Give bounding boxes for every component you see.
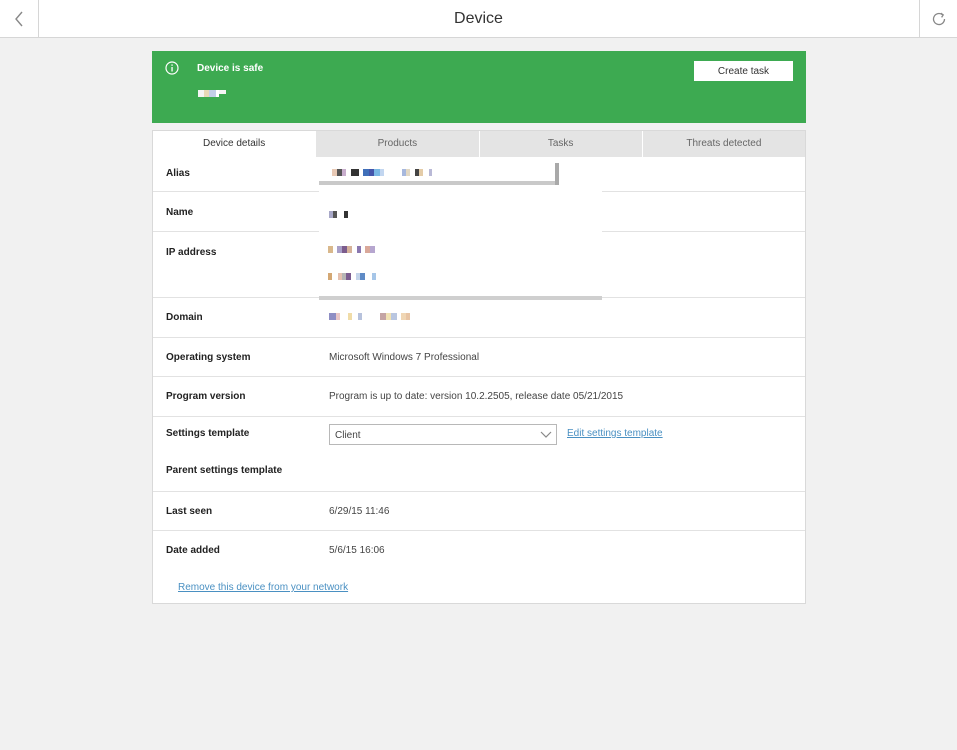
refresh-icon (932, 12, 945, 25)
ip-address-value-redacted (328, 246, 375, 253)
operating-system-row: Operating system Microsoft Windows 7 Pro… (153, 338, 805, 377)
last-seen-label: Last seen (166, 506, 213, 517)
alias-label: Alias (166, 168, 190, 179)
settings-template-value: Client (335, 430, 361, 441)
domain-label: Domain (166, 312, 203, 323)
operating-system-value: Microsoft Windows 7 Professional (329, 352, 480, 363)
date-added-row: Date added 5/6/15 16:06 (153, 531, 805, 571)
chevron-left-icon (15, 11, 23, 26)
ip-address-value-redacted (328, 273, 376, 280)
settings-template-select[interactable]: Client (329, 424, 557, 445)
refresh-button[interactable] (919, 0, 957, 37)
program-version-label: Program version (166, 391, 246, 402)
redaction-overlay (319, 163, 602, 300)
tab-bar: Device details Products Tasks Threats de… (153, 131, 805, 157)
domain-row: Domain (153, 298, 805, 338)
operating-system-label: Operating system (166, 352, 251, 363)
edit-settings-template-link[interactable]: Edit settings template (567, 428, 663, 439)
device-status-text: Device is safe (197, 63, 264, 74)
settings-template-label: Settings template (166, 428, 250, 439)
name-value-redacted (329, 211, 348, 218)
ip-address-label: IP address (166, 247, 217, 258)
overlay-divider (319, 296, 602, 300)
date-added-value: 5/6/15 16:06 (329, 545, 385, 556)
tab-products[interactable]: Products (315, 131, 479, 157)
alias-value-redacted (332, 169, 432, 176)
tab-threats-detected[interactable]: Threats detected (641, 131, 805, 157)
overlay-divider (319, 181, 557, 185)
name-label: Name (166, 207, 194, 218)
back-button[interactable] (0, 0, 39, 37)
program-version-value: Program is up to date: version 10.2.2505… (329, 391, 624, 402)
last-seen-value: 6/29/15 11:46 (329, 506, 390, 517)
chevron-down-icon (540, 431, 552, 438)
domain-value-redacted (329, 313, 410, 320)
top-bar: Device (0, 0, 957, 38)
create-task-button[interactable]: Create task (694, 61, 793, 81)
last-seen-row: Last seen 6/29/15 11:46 (153, 492, 805, 531)
settings-template-row: Settings template Client Edit settings t… (153, 417, 805, 492)
program-version-row: Program version Program is up to date: v… (153, 377, 805, 417)
overlay-divider (555, 163, 559, 185)
page-title: Device (454, 10, 503, 27)
tab-device-details[interactable]: Device details (153, 131, 316, 157)
info-icon (165, 61, 179, 75)
device-name-redacted (198, 90, 230, 98)
tab-tasks[interactable]: Tasks (478, 131, 642, 157)
status-banner: Device is safe Create task (152, 51, 806, 123)
remove-device-link[interactable]: Remove this device from your network (178, 582, 348, 593)
date-added-label: Date added (166, 545, 220, 556)
parent-settings-template-label: Parent settings template (166, 465, 283, 476)
